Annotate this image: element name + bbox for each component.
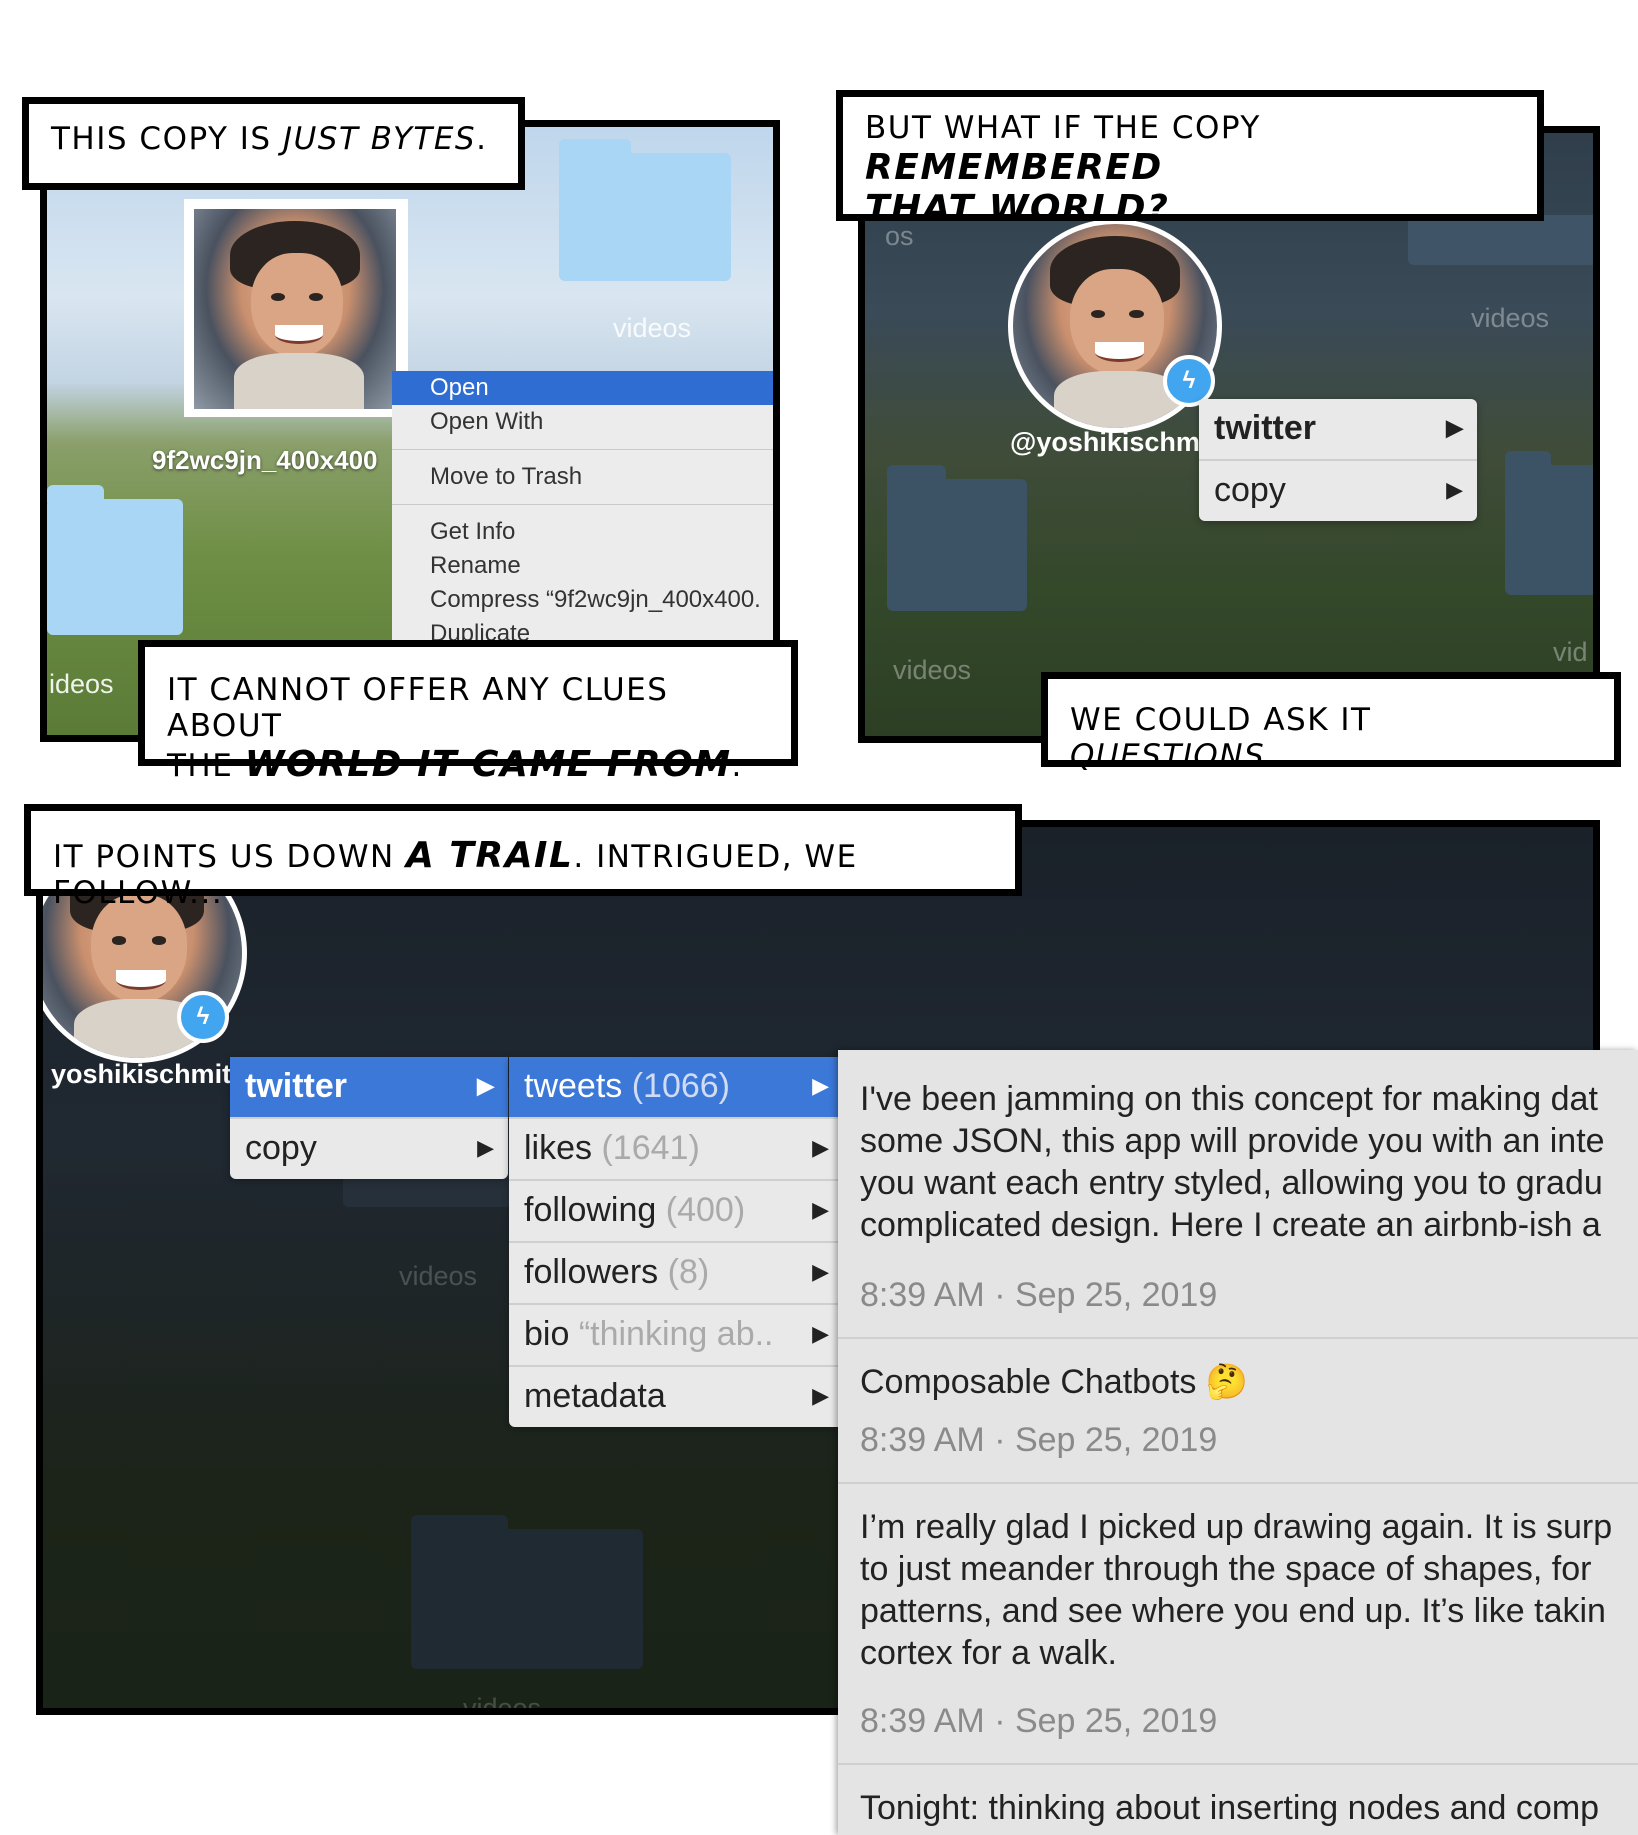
menu-label: twitter [1214, 409, 1316, 447]
triangle-right-icon: ▶ [1446, 415, 1463, 440]
menu-count: (8) [667, 1253, 710, 1291]
tweet-text: I've been jamming on this concept for ma… [860, 1080, 1605, 1244]
caption-emphasis: questions [1070, 737, 1266, 774]
menu-item-following[interactable]: following (400) ▶ [509, 1181, 843, 1243]
triangle-right-icon: ▶ [477, 1073, 494, 1098]
profile-photo [194, 209, 396, 409]
menu-item-open[interactable]: Open [392, 371, 773, 405]
tweet-item[interactable]: Tonight: thinking about inserting nodes … [838, 1765, 1638, 1829]
menu-item-open-with[interactable]: Open With [392, 405, 773, 439]
tweet-text: Tonight: thinking about inserting nodes … [860, 1789, 1600, 1827]
caption-text: But what if the copy [865, 110, 1261, 146]
menu-item-followers[interactable]: followers (8) ▶ [509, 1243, 843, 1305]
menu-item-twitter[interactable]: twitter ▶ [1199, 399, 1477, 461]
menu-label: likes [524, 1129, 593, 1167]
triangle-right-icon: ▶ [812, 1321, 829, 1346]
caption-emphasis: just bytes [282, 121, 477, 157]
tweets-list: I've been jamming on this concept for ma… [838, 1050, 1638, 1835]
folder-label: videos [399, 1261, 478, 1291]
triangle-right-icon: ▶ [477, 1135, 494, 1160]
menu-label: tweets [524, 1067, 623, 1105]
caption-emphasis: that world? [865, 188, 1170, 230]
caption-text: We could ask it [1070, 702, 1372, 738]
caption-3: It cannot offer any clues about the worl… [138, 640, 798, 785]
menu-item-rename[interactable]: Rename [392, 549, 773, 583]
caption-emphasis: world it came from [244, 744, 732, 786]
caption-text: . [731, 748, 743, 785]
menu-item-metadata[interactable]: metadata ▶ [509, 1367, 843, 1427]
menu-label: followers [524, 1253, 659, 1291]
tweet-timestamp: 8:39 AM · Sep 25, 2019 [860, 1702, 1218, 1740]
menu-item-move-to-trash[interactable]: Move to Trash [392, 460, 773, 494]
menu-label: copy [1214, 471, 1286, 509]
menu-item-likes[interactable]: likes (1641) ▶ [509, 1119, 843, 1181]
caption-text: the [167, 748, 245, 785]
folder-icon[interactable] [47, 485, 183, 635]
menu-label: following [524, 1191, 657, 1229]
menu-count: (1641) [601, 1129, 700, 1167]
object-menu: twitter ▶ copy ▶ [230, 1057, 508, 1179]
file-name-label: 9f2wc9jn_400x400 [152, 445, 378, 475]
folder-label: videos [463, 1693, 542, 1715]
menu-label: twitter [245, 1067, 347, 1105]
folder-icon[interactable] [887, 465, 1027, 611]
caption-text: It cannot offer any clues about [167, 672, 669, 744]
menu-label: copy [245, 1129, 317, 1167]
menu-divider [392, 449, 773, 450]
caption-emphasis: remembered [865, 146, 1163, 188]
menu-item-get-info[interactable]: Get Info [392, 515, 773, 549]
folder-label-partial: ideos [49, 669, 114, 699]
menu-count: “thinking ab.. [578, 1315, 774, 1353]
folder-icon[interactable] [411, 1515, 643, 1669]
photo-thumbnail[interactable] [184, 199, 408, 417]
triangle-right-icon: ▶ [812, 1135, 829, 1160]
menu-label: metadata [524, 1377, 666, 1415]
folder-label: vid [1553, 637, 1588, 667]
tweet-item[interactable]: I’m really glad I picked up drawing agai… [838, 1484, 1638, 1765]
tweet-item[interactable]: Composable Chatbots 🤔 8:39 AM · Sep 25, … [838, 1339, 1638, 1484]
triangle-right-icon: ▶ [812, 1197, 829, 1222]
user-handle: yoshikischmitz [51, 1059, 237, 1089]
caption-text: . [476, 121, 488, 157]
caption-4: We could ask it questions... [1041, 672, 1621, 773]
context-menu: Open Open With Move to Trash Get Info Re… [392, 371, 773, 671]
folder-label: videos [893, 655, 972, 685]
tweet-text: I’m really glad I picked up drawing agai… [860, 1508, 1613, 1672]
caption-1: This copy is just bytes. [22, 97, 525, 190]
menu-item-copy[interactable]: copy ▶ [230, 1119, 508, 1179]
tweet-item[interactable]: I've been jamming on this concept for ma… [838, 1050, 1638, 1339]
menu-label: bio [524, 1315, 570, 1353]
tweet-timestamp: 8:39 AM · Sep 25, 2019 [860, 1421, 1218, 1459]
user-handle: @yoshikischmi [1010, 427, 1208, 457]
triangle-right-icon: ▶ [1446, 477, 1463, 502]
menu-item-tweets[interactable]: tweets (1066) ▶ [509, 1057, 843, 1119]
menu-count: (1066) [631, 1067, 730, 1105]
menu-item-bio[interactable]: bio “thinking ab.. ▶ [509, 1305, 843, 1367]
twitter-submenu: tweets (1066) ▶ likes (1641) ▶ following (… [509, 1057, 843, 1427]
caption-text: This copy is [51, 121, 283, 157]
folder-icon[interactable] [1505, 451, 1593, 595]
menu-item-copy[interactable]: copy ▶ [1199, 461, 1477, 521]
tweet-text: Composable Chatbots 🤔 [860, 1363, 1249, 1401]
caption-text: It points us down [53, 839, 407, 875]
menu-divider [392, 504, 773, 505]
triangle-right-icon: ▶ [812, 1073, 829, 1098]
caption-emphasis: a trail [406, 835, 574, 876]
triangle-right-icon: ▶ [812, 1259, 829, 1284]
caption-2: But what if the copy remembered that wor… [836, 90, 1544, 229]
triangle-right-icon: ▶ [812, 1383, 829, 1408]
menu-count: (400) [665, 1191, 746, 1229]
object-menu: twitter ▶ copy ▶ [1199, 399, 1477, 521]
menu-item-twitter[interactable]: twitter ▶ [230, 1057, 508, 1119]
lightning-bolt-icon: ϟ [177, 991, 229, 1043]
folder-label: videos [1471, 303, 1550, 333]
caption-text: ... [1265, 737, 1300, 774]
menu-item-compress[interactable]: Compress “9f2wc9jn_400x400. [392, 583, 773, 617]
tweet-timestamp: 8:39 AM · Sep 25, 2019 [860, 1276, 1218, 1314]
folder-icon[interactable] [559, 139, 731, 281]
folder-label: videos [613, 313, 692, 343]
caption-5: It points us down a trail. Intrigued, we… [24, 804, 1022, 911]
